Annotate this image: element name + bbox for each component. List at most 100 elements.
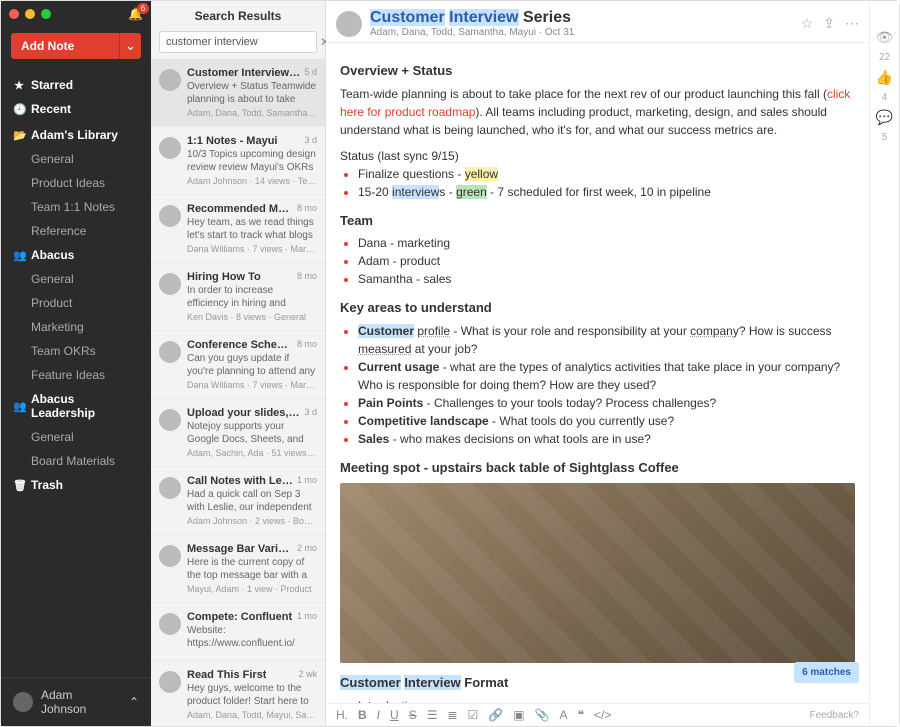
likes-count: 4 (882, 92, 888, 103)
document-meta: Adam, Dana, Todd, Samantha, Mayui · Oct … (370, 27, 574, 38)
sidebar-notebook[interactable]: Marketing (1, 315, 151, 339)
clock-icon: 🕘 (13, 103, 25, 116)
search-result[interactable]: Hiring How To8 mo In order to increase e… (151, 263, 325, 331)
sidebar-item-recent[interactable]: 🕘Recent (1, 97, 151, 121)
notifications-icon[interactable]: 🔔 6 (128, 7, 143, 21)
sidebar-notebook[interactable]: Product (1, 291, 151, 315)
sidebar-notebook[interactable]: Team OKRs (1, 339, 151, 363)
avatar (336, 11, 362, 37)
document-body[interactable]: Overview + Status Team-wide planning is … (326, 43, 869, 703)
sidebar-notebook[interactable]: General (1, 267, 151, 291)
result-age: 3 d (304, 135, 317, 147)
search-result[interactable]: Upload your slides, spread...3 d Notejoy… (151, 399, 325, 467)
bullet-list-tool[interactable]: ☰ (427, 708, 438, 722)
result-meta: Dana Williams · 7 views · Marketing (187, 244, 317, 254)
close-window-icon[interactable] (9, 9, 19, 19)
avatar (159, 409, 181, 431)
avatar (159, 671, 181, 693)
library-icon: 👥 (13, 249, 25, 262)
underline-tool[interactable]: U (390, 708, 399, 722)
document-header: Customer Interview Series Adam, Dana, To… (326, 1, 869, 43)
likes-icon[interactable]: 👍 (876, 69, 893, 86)
add-note-dropdown[interactable]: ⌄ (119, 33, 141, 59)
result-snippet: Hey team, as we read things let's start … (187, 216, 317, 242)
sidebar-notebook[interactable]: Feature Ideas (1, 363, 151, 387)
search-result[interactable]: Call Notes with Leslie1 mo Had a quick c… (151, 467, 325, 535)
result-meta: Adam, Dana, Todd, Mayui, Samantha · 76 v… (187, 710, 317, 720)
image-tool[interactable]: ▣ (513, 708, 524, 722)
search-result[interactable]: Customer Interview Series5 d Overview + … (151, 59, 325, 127)
sidebar-notebook[interactable]: Reference (1, 219, 151, 243)
sidebar-library[interactable]: 👥Abacus Leadership (1, 387, 151, 425)
activity-rail: 👁 22 👍 4 💬 5 (869, 1, 899, 726)
sidebar-notebook[interactable]: Product Ideas (1, 171, 151, 195)
list-item: Current usage - what are the types of an… (358, 358, 855, 394)
matches-badge[interactable]: 6 matches (794, 662, 859, 683)
sidebar: 🔔 6 Add Note ⌄ ★Starred 🕘Recent 📂Adam's … (1, 1, 151, 726)
result-age: 5 d (304, 67, 317, 79)
maximize-window-icon[interactable] (41, 9, 51, 19)
sidebar-notebook[interactable]: Board Materials (1, 449, 151, 473)
result-title: Message Bar Variations - Q1 (187, 543, 293, 555)
avatar (159, 137, 181, 159)
views-count: 22 (879, 52, 890, 63)
search-box[interactable]: ✕ (159, 31, 317, 53)
sidebar-library[interactable]: 📂Adam's Library (1, 123, 151, 147)
result-meta: Adam, Sachin, Ada · 51 views · Marketing (187, 448, 317, 458)
result-meta: Ken Davis · 8 views · General (187, 312, 317, 322)
strike-tool[interactable]: S (409, 708, 417, 722)
list-item: 15-20 interviews - green - 7 scheduled f… (358, 183, 855, 201)
main-content: Customer Interview Series Adam, Dana, To… (326, 1, 899, 726)
result-title: Call Notes with Leslie (187, 475, 293, 487)
search-result[interactable]: Recommended Marketing ...8 mo Hey team, … (151, 195, 325, 263)
window-controls[interactable] (9, 9, 51, 19)
result-snippet: Website: https://www.confluent.io/ Caree… (187, 624, 317, 650)
sidebar-notebook[interactable]: General (1, 147, 151, 171)
search-result[interactable]: Message Bar Variations - Q12 mo Here is … (151, 535, 325, 603)
numbered-list-tool[interactable]: ≣ (447, 708, 457, 722)
star-icon[interactable]: ☆ (801, 15, 814, 32)
search-input[interactable] (160, 32, 314, 52)
avatar (159, 273, 181, 295)
link-tool[interactable]: 🔗 (488, 708, 503, 722)
result-age: 3 d (304, 407, 317, 419)
italic-tool[interactable]: I (377, 708, 380, 722)
search-result[interactable]: Conference Schedule 20178 mo Can you guy… (151, 331, 325, 399)
result-title: Conference Schedule 2017 (187, 339, 293, 351)
avatar (159, 613, 181, 635)
quote-tool[interactable]: ❝ (578, 708, 584, 722)
search-result[interactable]: 1:1 Notes - Mayui3 d 10/3 Topics upcomin… (151, 127, 325, 195)
avatar (159, 545, 181, 567)
minimize-window-icon[interactable] (25, 9, 35, 19)
checklist-tool[interactable]: ☑ (468, 708, 479, 722)
more-icon[interactable]: ⋯ (845, 15, 859, 32)
bold-tool[interactable]: B (358, 708, 367, 722)
add-note-button[interactable]: Add Note (11, 33, 119, 59)
list-item: Sales - who makes decisions on what tool… (358, 430, 855, 448)
avatar (159, 205, 181, 227)
heading-tool[interactable]: H. (336, 708, 348, 722)
list-item: Pain Points - Challenges to your tools t… (358, 394, 855, 412)
share-icon[interactable]: ⇪ (823, 15, 835, 32)
search-result[interactable]: Read This First2 wk Hey guys, welcome to… (151, 661, 325, 726)
user-menu[interactable]: Adam Johnson ⌃ (1, 677, 151, 726)
result-snippet: Had a quick call on Sep 3 with Leslie, o… (187, 488, 317, 514)
sidebar-notebook[interactable]: General (1, 425, 151, 449)
highlight-tool[interactable]: A (560, 708, 568, 722)
code-tool[interactable]: </> (594, 708, 611, 722)
avatar (13, 692, 33, 712)
sidebar-item-trash[interactable]: 🗑Trash (1, 473, 151, 497)
sidebar-item-starred[interactable]: ★Starred (1, 73, 151, 97)
attachment-tool[interactable]: 📎 (535, 708, 550, 722)
search-results-list[interactable]: Customer Interview Series5 d Overview + … (151, 59, 325, 726)
sidebar-library[interactable]: 👥Abacus (1, 243, 151, 267)
result-title: Hiring How To (187, 271, 261, 283)
result-title: Customer Interview Series (187, 67, 300, 79)
list-item: Finalize questions - yellow (358, 165, 855, 183)
feedback-link[interactable]: Feedback? (810, 710, 859, 721)
search-result[interactable]: Compete: Confluent1 mo Website: https://… (151, 603, 325, 661)
comments-icon[interactable]: 💬 (876, 109, 893, 126)
views-icon[interactable]: 👁 (876, 29, 894, 46)
avatar (159, 69, 181, 91)
sidebar-notebook[interactable]: Team 1:1 Notes (1, 195, 151, 219)
